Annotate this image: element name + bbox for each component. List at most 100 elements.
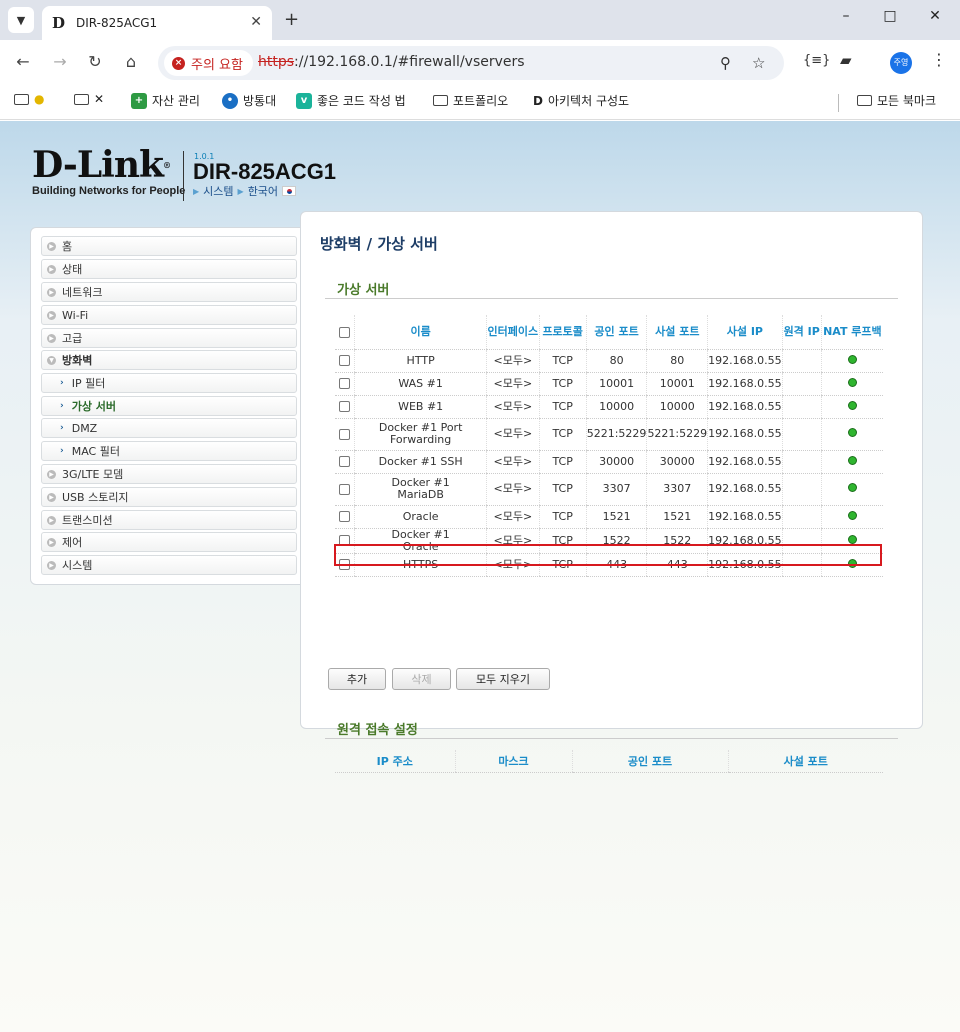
col-remote-public-port[interactable]: 공인 포트 xyxy=(571,750,728,773)
add-button[interactable]: 추가 xyxy=(328,668,386,690)
sidebar-item-firewall[interactable]: ▼ 방화벽 xyxy=(41,350,297,370)
bookmark-folder-portfolio[interactable]: 포트폴리오 xyxy=(433,92,508,109)
language-link[interactable]: 한국어 xyxy=(248,183,278,199)
col-private-ip[interactable]: 사설 IP xyxy=(707,315,783,350)
sidebar-item-ip-filter[interactable]: › IP 필터 xyxy=(41,373,297,393)
table-row[interactable]: Docker #1 Oracle <모두> TCP 1522 1522 192.168.0… xyxy=(335,528,883,554)
section-divider xyxy=(325,738,898,739)
bookmark-architecture[interactable]: D 아키텍처 구성도 xyxy=(533,92,629,109)
row-checkbox[interactable] xyxy=(339,401,351,412)
bookmark-knou[interactable]: • 방통대 xyxy=(222,92,276,109)
remote-access-table: IP 주소 마스크 공인 포트 사설 포트 xyxy=(335,750,883,773)
bullet-icon: ▶ xyxy=(47,310,56,320)
bookmarks-bar: ● ✕ + 자산 관리 • 방통대 v 좋은 코드 작성 법 포트폴리오 D 아키텍처 … xyxy=(0,86,960,120)
bookmark-asset[interactable]: + 자산 관리 xyxy=(131,92,200,109)
col-mask[interactable]: 마스크 xyxy=(454,750,572,773)
cell-nat-loopback xyxy=(820,418,883,451)
col-public-port[interactable]: 공인 포트 xyxy=(585,315,647,350)
dlink-favicon-icon: D xyxy=(52,14,66,32)
cell-nat-loopback xyxy=(820,395,883,419)
system-link[interactable]: 시스템 xyxy=(203,183,233,199)
row-select-cell xyxy=(335,372,355,396)
sidebar-item-lte-modem[interactable]: ▶ 3G/LTE 모뎀 xyxy=(41,464,297,484)
sidebar-item-advanced[interactable]: ▶ 고급 xyxy=(41,328,297,348)
table-row[interactable]: WEB #1 <모두> TCP 10000 10000 192.168.0.55 xyxy=(335,395,883,419)
tab-list-button[interactable]: ▼ xyxy=(8,7,34,33)
col-remote-private-port[interactable]: 사설 포트 xyxy=(727,750,883,773)
korea-flag-icon xyxy=(282,186,297,196)
table-row[interactable]: HTTP <모두> TCP 80 80 192.168.0.55 xyxy=(335,349,883,373)
bookmark-star-icon[interactable]: ☆ xyxy=(752,54,765,72)
cell-private-port: 10001 xyxy=(646,372,708,396)
new-tab-button[interactable]: + xyxy=(284,9,299,30)
sidebar-item-control[interactable]: ▶ 제어 xyxy=(41,532,297,552)
browser-tab[interactable]: D DIR-825ACG1 ✕ xyxy=(42,6,272,40)
table-row[interactable]: HTTPS <모두> TCP 443 443 192.168.0.55 xyxy=(335,553,883,577)
more-menu-icon[interactable]: ⋮ xyxy=(931,50,947,69)
sidebar-item-dmz[interactable]: › DMZ xyxy=(41,418,297,438)
cell-interface: <모두> xyxy=(486,553,540,577)
close-icon[interactable]: ✕ xyxy=(250,14,262,30)
row-checkbox[interactable] xyxy=(339,456,351,467)
sidebar-item-network[interactable]: ▶ 네트워크 xyxy=(41,282,297,302)
warning-icon: × xyxy=(172,56,185,70)
sidebar-item-virtual-server[interactable]: › 가상 서버 xyxy=(41,396,297,416)
delete-button[interactable]: 삭제 xyxy=(392,668,451,690)
row-select-cell xyxy=(335,395,355,419)
cell-name: HTTP xyxy=(354,349,487,373)
profile-avatar[interactable]: 주영 xyxy=(890,52,912,74)
sidebar-item-usb-storage[interactable]: ▶ USB 스토리지 xyxy=(41,487,297,507)
chevron-right-icon: › xyxy=(60,423,64,433)
cell-remote-ip xyxy=(781,418,822,451)
table-row[interactable]: Docker #1 MariaDB <모두> TCP 3307 3307 192.168.… xyxy=(335,473,883,506)
home-icon[interactable]: ⌂ xyxy=(120,52,142,71)
row-checkbox[interactable] xyxy=(339,483,351,495)
clear-all-button[interactable]: 모두 지우기 xyxy=(456,668,550,690)
col-nat-loopback[interactable]: NAT 루프백 xyxy=(820,315,883,350)
col-name[interactable]: 이름 xyxy=(354,315,487,350)
dlink-logo[interactable]: D-Link® Building Networks for People xyxy=(32,147,185,197)
row-checkbox[interactable] xyxy=(339,511,351,522)
maximize-icon[interactable]: □ xyxy=(875,8,905,24)
bookmark-good-code[interactable]: v 좋은 코드 작성 법 xyxy=(296,92,406,109)
extensions-puzzle-icon[interactable]: ▰ xyxy=(840,51,852,69)
table-row[interactable]: Docker #1 Port Forwarding <모두> TCP 5221:522… xyxy=(335,418,883,451)
security-chip[interactable]: × 주의 요함 xyxy=(164,50,253,76)
reload-icon[interactable]: ↻ xyxy=(84,52,106,71)
cell-private-port: 3307 xyxy=(646,473,708,506)
sidebar-item-status[interactable]: ▶ 상태 xyxy=(41,259,297,279)
col-remote-ip[interactable]: 원격 IP xyxy=(781,315,822,350)
sidebar-item-home[interactable]: ▶ 홈 xyxy=(41,236,297,256)
bookmark-folder-tools[interactable]: ✕ xyxy=(74,92,109,106)
col-protocol[interactable]: 프로토콜 xyxy=(538,315,587,350)
table-row[interactable]: Docker #1 SSH <모두> TCP 30000 30000 192.168.0.… xyxy=(335,450,883,474)
window-close-icon[interactable]: ✕ xyxy=(920,8,950,24)
row-checkbox[interactable] xyxy=(339,428,351,440)
table-row[interactable]: Oracle <모두> TCP 1521 1521 192.168.0.55 xyxy=(335,505,883,529)
address-bar[interactable]: × 주의 요함 https://192.168.0.1/#firewall/vs… xyxy=(158,46,784,80)
select-all-checkbox[interactable] xyxy=(339,326,351,338)
extension-json-icon[interactable]: {≡} xyxy=(803,53,830,68)
sidebar-item-mac-filter[interactable]: › MAC 필터 xyxy=(41,441,297,461)
cell-interface: <모두> xyxy=(486,395,540,419)
bookmark-all[interactable]: 모든 북마크 xyxy=(857,92,936,109)
cell-private-port: 30000 xyxy=(646,450,708,474)
row-checkbox[interactable] xyxy=(339,355,351,366)
row-checkbox[interactable] xyxy=(339,559,351,570)
bookmark-folder-ideas[interactable]: ● xyxy=(14,92,49,106)
sidebar-item-wifi[interactable]: ▶ Wi-Fi xyxy=(41,305,297,325)
minimize-icon[interactable]: – xyxy=(831,8,861,24)
row-checkbox[interactable] xyxy=(339,535,351,546)
col-ip-address[interactable]: IP 주소 xyxy=(335,750,455,773)
zoom-icon[interactable]: ⚲ xyxy=(720,54,731,72)
sidebar-item-transmission[interactable]: ▶ 트랜스미션 xyxy=(41,510,297,530)
forward-arrow-icon[interactable]: → xyxy=(49,52,71,71)
table-row[interactable]: WAS #1 <모두> TCP 10001 10001 192.168.0.55 xyxy=(335,372,883,396)
col-private-port[interactable]: 사설 포트 xyxy=(646,315,708,350)
triangle-icon: ▶ xyxy=(193,186,200,196)
sidebar-item-system[interactable]: ▶ 시스템 xyxy=(41,555,297,575)
url-text[interactable]: https://192.168.0.1/#firewall/vservers xyxy=(258,54,525,70)
col-interface[interactable]: 인터페이스 xyxy=(486,315,540,350)
row-checkbox[interactable] xyxy=(339,378,351,389)
back-arrow-icon[interactable]: ← xyxy=(12,52,34,71)
